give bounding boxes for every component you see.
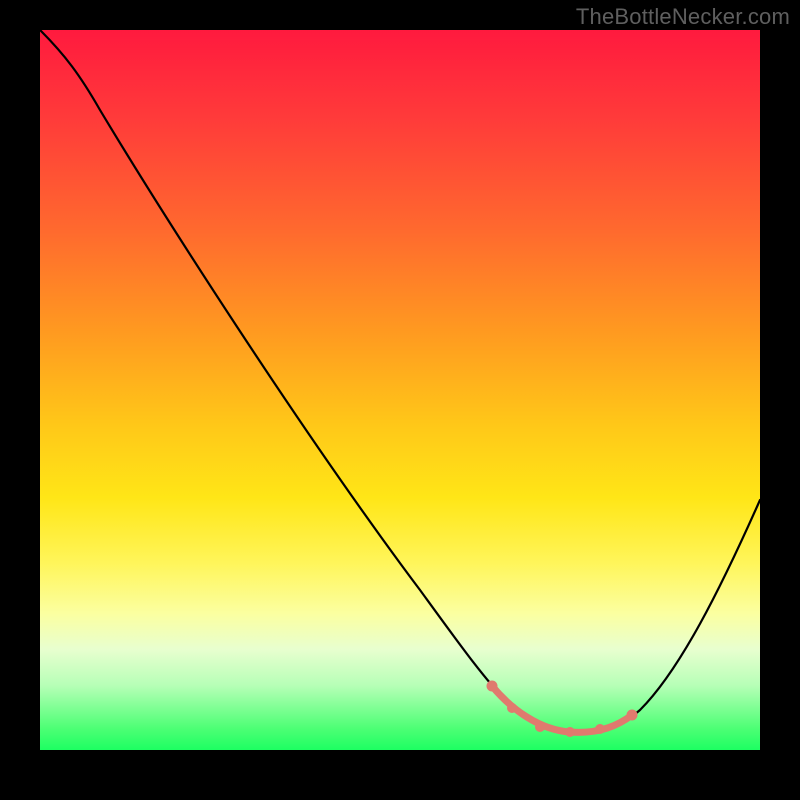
highlight-dot-start [487,681,498,692]
highlight-dot [565,727,575,737]
watermark-text: TheBottleNecker.com [576,4,790,30]
highlight-dot [507,703,517,713]
chart-frame: TheBottleNecker.com [0,0,800,800]
highlight-dot [595,724,605,734]
main-curve-path [40,30,760,734]
chart-svg [40,30,760,750]
highlight-dot [535,722,545,732]
highlight-dot-end [627,710,638,721]
